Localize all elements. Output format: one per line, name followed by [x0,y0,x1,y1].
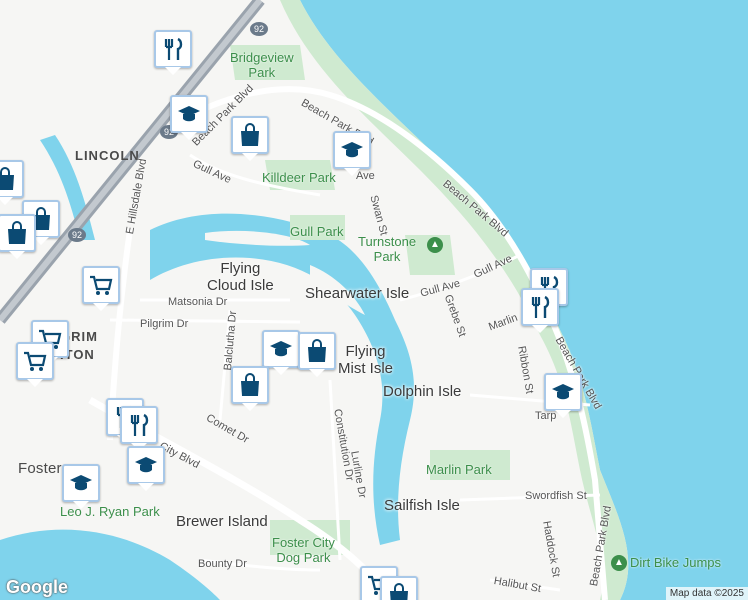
restaurant-icon [164,37,183,60]
restaurant-pin[interactable] [521,288,559,333]
school-icon [341,142,363,158]
tarpon-st: Tarp [535,410,557,422]
matsonia-dr: Matsonia Dr [168,296,228,308]
school-pin[interactable] [262,330,300,375]
shopping-bag-icon [0,167,14,190]
foster-city-dog-park-label: Foster City Dog Park [272,535,335,565]
shopping-cart-icon [24,351,47,371]
school-pin[interactable] [62,464,100,509]
marlin-park-label: Marlin Park [426,462,492,477]
gull-park-label: Gull Park [290,224,344,239]
restaurant-pin[interactable] [154,30,192,75]
shearwater-isle-label: Shearwater Isle [305,285,410,302]
dirt-bike-jumps-label: Dirt Bike Jumps [630,555,722,570]
restaurant-icon [531,295,550,318]
school-pin[interactable] [544,373,582,418]
lincoln-label: LINCOLN [75,148,140,163]
swordfish-st: Swordfish St [525,490,587,502]
school-pin[interactable] [333,131,371,176]
pilgrim-dr: Pilgrim Dr [140,318,189,330]
shopping-pin[interactable] [231,116,269,161]
shopping-bag-icon [241,373,259,396]
highway-92-shield: 92 [68,228,86,242]
school-icon [270,341,292,357]
shopping-pin[interactable] [0,214,36,259]
grocery-pin[interactable] [16,342,54,387]
shopping-pin[interactable] [380,576,418,600]
dolphin-isle-label: Dolphin Isle [383,383,462,400]
school-icon [135,457,157,473]
shopping-bag-icon [8,221,26,244]
map-canvas[interactable]: 92 92 92 Bridgeview Park Killdeer Park G… [0,0,748,600]
google-logo: Google [6,577,68,597]
restaurant-icon [130,413,149,436]
killdeer-park-label: Killdeer Park [262,170,336,185]
grocery-pin[interactable] [82,266,120,311]
shopping-bag-icon [241,123,259,146]
highway-92-shield: 92 [250,22,268,36]
foster-label: Foster [18,460,62,477]
school-pin[interactable] [170,95,208,140]
shopping-pin[interactable] [0,160,24,205]
school-icon [70,475,92,491]
shopping-bag-icon [390,583,408,600]
school-icon [178,106,200,122]
sailfish-isle-label: Sailfish Isle [384,497,460,514]
turnstone-park-label: Turnstone Park [358,234,417,264]
shopping-pin[interactable] [231,366,269,411]
shopping-pin[interactable] [298,332,336,377]
bridgeview-park-label: Bridgeview Park [230,50,294,80]
bounty-dr: Bounty Dr [198,558,247,570]
tree-icon: ▲ [611,555,627,571]
flying-cloud-isle-label: Flying Cloud Isle [207,260,274,294]
restaurant-pin[interactable] [120,406,158,451]
tree-icon: ▲ [427,237,443,253]
school-icon [552,384,574,400]
shopping-cart-icon [90,275,113,295]
flying-mist-isle-label: Flying Mist Isle [338,343,394,377]
school-pin[interactable] [127,446,165,491]
shopping-bag-icon [308,339,326,362]
map-attribution[interactable]: Map data ©2025 [665,587,748,600]
brewer-island-label: Brewer Island [176,513,268,530]
